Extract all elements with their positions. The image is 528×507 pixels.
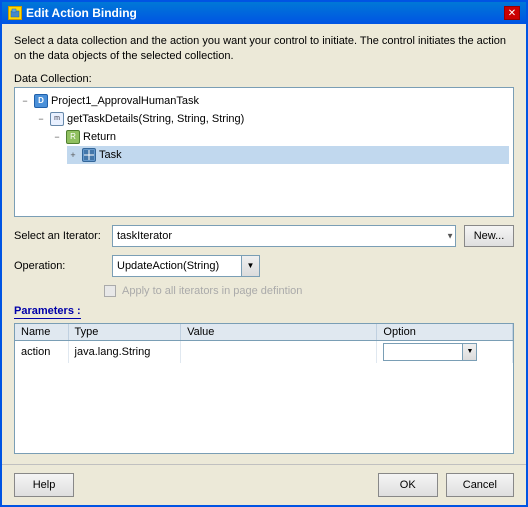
operation-row: Operation: UpdateAction(String) ▼ (14, 255, 514, 277)
data-collection-tree[interactable]: − D Project1_ApprovalHumanTask − m getTa… (14, 87, 514, 217)
table-icon (81, 147, 97, 163)
col-type: Type (68, 324, 181, 341)
tree-node-return[interactable]: − R Return (51, 128, 509, 146)
tree-node-project[interactable]: − D Project1_ApprovalHumanTask (19, 92, 509, 110)
iterator-label: Select an Iterator: (14, 230, 104, 242)
table-row: action java.lang.String ▼ (15, 340, 513, 363)
dialog-content: Select a data collection and the action … (2, 24, 526, 464)
node-label-1: Project1_ApprovalHumanTask (51, 95, 199, 107)
data-collection-label: Data Collection: (14, 73, 514, 85)
param-name-cell: action (15, 340, 68, 363)
new-iterator-button[interactable]: New... (464, 225, 514, 247)
parameters-label: Parameters : (14, 305, 81, 319)
param-option-select[interactable] (383, 343, 463, 361)
window-title: Edit Action Binding (26, 6, 137, 20)
param-value-input[interactable] (187, 343, 370, 361)
iterator-select[interactable]: taskIterator (112, 225, 456, 247)
apply-all-label: Apply to all iterators in page defintion (122, 285, 302, 297)
col-name: Name (15, 324, 68, 341)
operation-select[interactable]: UpdateAction(String) (112, 255, 242, 277)
node-label-2: getTaskDetails(String, String, String) (67, 113, 244, 125)
dialog-footer: Help OK Cancel (2, 464, 526, 505)
tree-node-task[interactable]: + Task (67, 146, 509, 164)
param-option-dropdown-button[interactable]: ▼ (463, 343, 477, 361)
col-value: Value (181, 324, 377, 341)
edit-action-binding-dialog: Edit Action Binding ✕ Select a data coll… (0, 0, 528, 507)
tree-node-method[interactable]: − m getTaskDetails(String, String, Strin… (35, 110, 509, 128)
description-text: Select a data collection and the action … (14, 34, 514, 65)
col-option: Option (377, 324, 513, 341)
title-bar: Edit Action Binding ✕ (2, 2, 526, 24)
option-cell: ▼ (383, 343, 506, 361)
expand-icon-4[interactable]: + (67, 149, 79, 161)
expand-icon-2[interactable]: − (35, 113, 47, 125)
iterator-dropdown-wrapper: taskIterator ▼ (112, 225, 456, 247)
operation-select-wrapper: UpdateAction(String) ▼ (112, 255, 260, 277)
checkbox-row: Apply to all iterators in page defintion (104, 285, 514, 297)
help-button[interactable]: Help (14, 473, 74, 497)
param-type-cell: java.lang.String (68, 340, 181, 363)
db-icon: D (33, 93, 49, 109)
ok-button[interactable]: OK (378, 473, 438, 497)
operation-label: Operation: (14, 260, 104, 272)
node-label-4: Task (99, 149, 122, 161)
cancel-button[interactable]: Cancel (446, 473, 514, 497)
window-icon (8, 6, 22, 20)
footer-right: OK Cancel (378, 473, 514, 497)
close-button[interactable]: ✕ (504, 6, 520, 20)
parameters-section: Parameters : Name Type Value Option acti… (14, 305, 514, 454)
apply-all-checkbox (104, 285, 116, 297)
param-value-cell[interactable] (181, 340, 377, 363)
operation-dropdown-button[interactable]: ▼ (242, 255, 260, 277)
title-bar-left: Edit Action Binding (8, 6, 137, 20)
expand-icon-1[interactable]: − (19, 95, 31, 107)
method-icon: m (49, 111, 65, 127)
expand-icon-3[interactable]: − (51, 131, 63, 143)
return-icon: R (65, 129, 81, 145)
parameters-table: Name Type Value Option action java.lang.… (14, 323, 514, 454)
node-label-3: Return (83, 131, 116, 143)
params-table-element: Name Type Value Option action java.lang.… (15, 324, 513, 363)
iterator-row: Select an Iterator: taskIterator ▼ New..… (14, 225, 514, 247)
data-collection-section: Data Collection: − D Project1_ApprovalHu… (14, 73, 514, 217)
param-option-cell: ▼ (377, 340, 513, 363)
